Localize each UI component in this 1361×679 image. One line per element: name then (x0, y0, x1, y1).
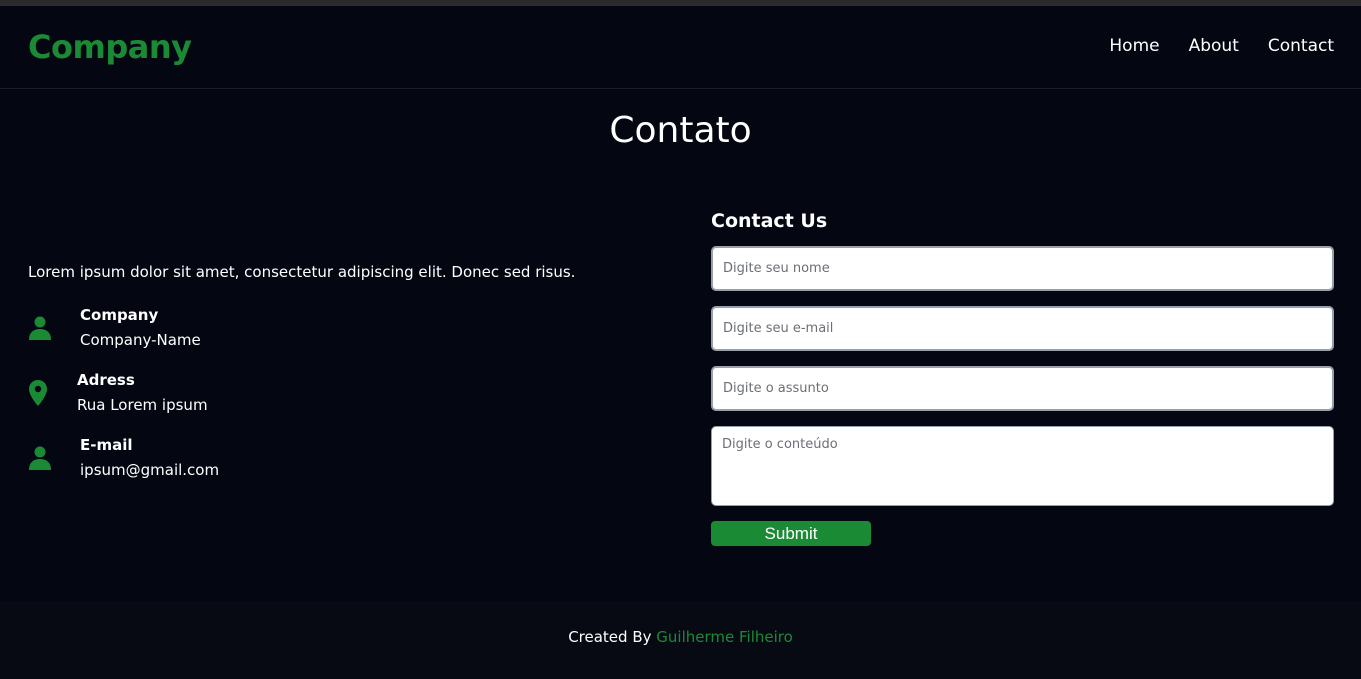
contact-form: Contact Us Submit (711, 210, 1334, 546)
footer: Created By Guilherme Filheiro (0, 601, 1361, 679)
contact-info: Lorem ipsum dolor sit amet, consectetur … (28, 260, 668, 284)
navbar: Company Home About Contact (0, 6, 1361, 89)
form-title: Contact Us (711, 210, 828, 232)
user-icon (28, 444, 52, 472)
info-label: E-mail (80, 436, 133, 454)
email-input[interactable] (711, 306, 1334, 351)
info-value: Rua Lorem ipsum (77, 396, 208, 414)
intro-text: Lorem ipsum dolor sit amet, consectetur … (28, 263, 576, 281)
info-value: Company-Name (80, 331, 201, 349)
user-icon (28, 314, 52, 342)
subject-input[interactable] (711, 366, 1334, 411)
info-label: Adress (77, 371, 135, 389)
submit-button[interactable]: Submit (711, 521, 871, 546)
nav-link-about[interactable]: About (1189, 36, 1239, 56)
footer-credit: Created By Guilherme Filheiro (0, 628, 1361, 646)
name-input[interactable] (711, 246, 1334, 291)
nav-links: Home About Contact (1109, 36, 1334, 56)
page-title: Contato (609, 110, 752, 151)
nav-link-home[interactable]: Home (1109, 36, 1159, 56)
footer-prefix: Created By (568, 628, 652, 646)
info-item-address: Adress Rua Lorem ipsum (28, 368, 208, 418)
info-item-email: E-mail ipsum@gmail.com (28, 433, 219, 483)
location-pin-icon (28, 379, 48, 407)
footer-author-link[interactable]: Guilherme Filheiro (656, 628, 793, 646)
info-item-company: Company Company-Name (28, 303, 201, 353)
info-value: ipsum@gmail.com (80, 461, 220, 479)
content-textarea[interactable] (711, 426, 1334, 506)
brand-logo[interactable]: Company (28, 28, 192, 66)
nav-link-contact[interactable]: Contact (1268, 36, 1334, 56)
info-label: Company (80, 306, 159, 324)
